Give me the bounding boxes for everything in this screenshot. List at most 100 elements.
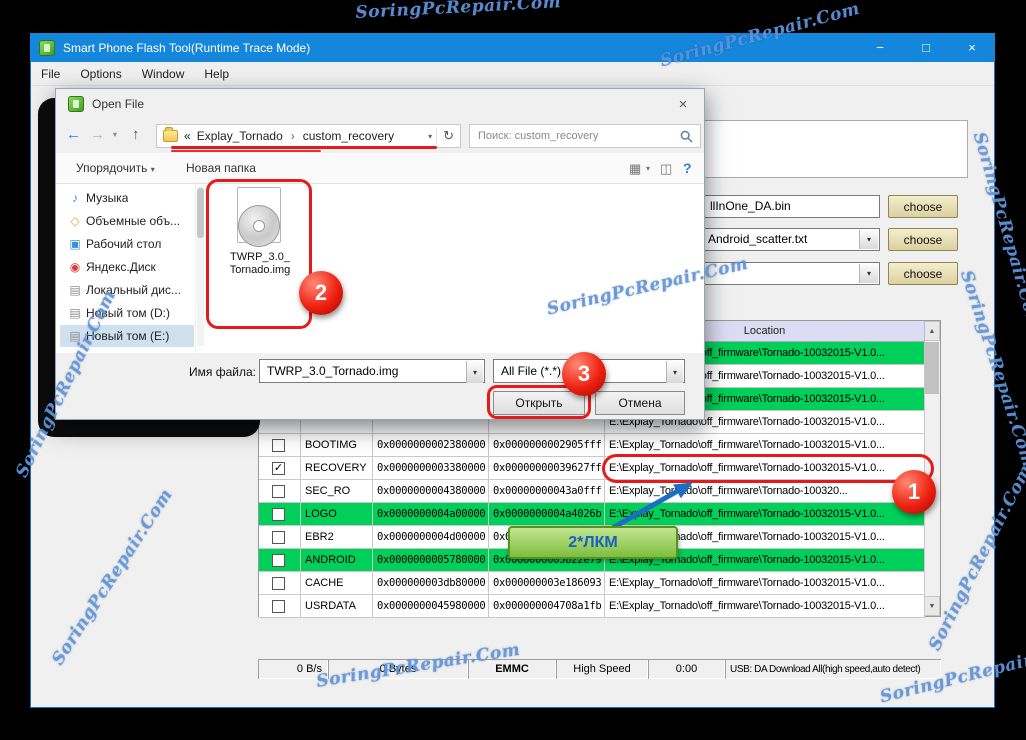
objects3d-icon: ◇ bbox=[70, 214, 80, 228]
sidebar-item[interactable]: ◉ Яндекс.Диск bbox=[60, 256, 194, 278]
file-item[interactable]: TWRP_3.0_Tornado.img bbox=[214, 187, 306, 299]
menu-help[interactable]: Help bbox=[194, 64, 239, 84]
minimize-button[interactable]: − bbox=[857, 33, 903, 62]
views-dropdown-icon[interactable]: ▾ bbox=[646, 164, 650, 173]
scroll-thumb[interactable] bbox=[197, 188, 204, 238]
open-button[interactable]: Открыть bbox=[493, 391, 585, 415]
row-checkbox[interactable] bbox=[272, 438, 285, 452]
views-icon[interactable]: ▦ bbox=[629, 161, 641, 177]
forward-button[interactable]: → bbox=[90, 126, 105, 143]
location-cell[interactable]: E:\Explay_Tornado\off_firmware\Tornado-1… bbox=[605, 457, 925, 480]
row-checkbox[interactable] bbox=[272, 530, 285, 544]
checkbox-cell bbox=[259, 595, 301, 618]
scatter-file-value: Android_scatter.txt bbox=[708, 232, 808, 246]
breadcrumb-folder[interactable]: custom_recovery bbox=[303, 129, 394, 143]
dialog-titlebar[interactable]: Open File × bbox=[56, 89, 704, 119]
filetype-select[interactable]: All File (*.*) ▾ bbox=[493, 359, 685, 383]
location-cell[interactable]: E:\Explay_Tornado\off_firmware\Tornado-1… bbox=[605, 480, 925, 503]
filename-dropdown-icon[interactable]: ▾ bbox=[466, 361, 483, 383]
filename-input[interactable]: TWRP_3.0_Tornado.img ▾ bbox=[259, 359, 485, 383]
sidebar-item-label: Рабочий стол bbox=[86, 237, 162, 251]
desktop-icon: ▣ bbox=[69, 237, 81, 251]
status-segment: High Speed bbox=[556, 659, 648, 679]
maximize-button[interactable]: □ bbox=[903, 33, 949, 62]
search-input[interactable]: Поиск: custom_recovery bbox=[469, 124, 701, 148]
cancel-button[interactable]: Отмена bbox=[595, 391, 685, 415]
start-address-cell: 0x0000000003380000 bbox=[373, 457, 489, 480]
history-dropdown-icon[interactable]: ▾ bbox=[113, 130, 117, 139]
breadcrumb-separator: › bbox=[290, 129, 295, 143]
choose-da-button[interactable]: choose bbox=[888, 195, 958, 218]
filetype-value: All File (*.*) bbox=[501, 364, 562, 378]
back-button[interactable]: ← bbox=[66, 126, 81, 143]
row-checkbox[interactable] bbox=[272, 507, 285, 521]
table-row: CACHE 0x000000003db80000 0x000000003e18609… bbox=[259, 572, 925, 595]
new-folder-button[interactable]: Новая папка bbox=[186, 161, 256, 175]
menu-file[interactable]: File bbox=[31, 64, 70, 84]
new-folder-label: Новая папка bbox=[186, 161, 256, 175]
sidebar-item[interactable]: ▤ Новый том (E:) bbox=[60, 325, 194, 347]
partition-name-cell: ANDROID bbox=[301, 549, 373, 572]
app-icon bbox=[39, 39, 55, 56]
help-icon[interactable]: ? bbox=[683, 160, 692, 176]
chevron-down-icon[interactable]: ▾ bbox=[859, 230, 878, 249]
window-controls: − □ × bbox=[857, 33, 995, 62]
close-button[interactable]: × bbox=[949, 33, 995, 62]
dialog-title: Open File bbox=[92, 97, 145, 111]
row-checkbox[interactable]: ✓ bbox=[272, 461, 285, 475]
partition-name-cell: BOOTIMG bbox=[301, 434, 373, 457]
choose-auth-button[interactable]: choose bbox=[888, 262, 958, 285]
status-segment: 0:00 bbox=[648, 659, 725, 679]
menu-bar: File Options Window Help bbox=[31, 62, 994, 86]
up-button[interactable]: ↑ bbox=[132, 126, 140, 143]
volume-icon: ▤ bbox=[69, 306, 81, 320]
end-address-cell: 0x0000000004a4026b bbox=[489, 503, 605, 526]
scroll-thumb[interactable] bbox=[925, 342, 939, 394]
sidebar-item[interactable]: ◇ Объемные объ... bbox=[60, 210, 194, 232]
scroll-up-icon[interactable]: ▲ bbox=[924, 321, 940, 341]
chevron-down-icon[interactable]: ▾ bbox=[859, 264, 878, 283]
choose-scatter-button[interactable]: choose bbox=[888, 228, 958, 251]
location-cell[interactable]: E:\Explay_Tornado\off_firmware\Tornado-1… bbox=[605, 572, 925, 595]
sidebar-item[interactable]: ▣ Рабочий стол bbox=[60, 233, 194, 255]
checkbox-cell bbox=[259, 549, 301, 572]
filetype-dropdown-icon[interactable]: ▾ bbox=[666, 361, 683, 383]
row-checkbox[interactable] bbox=[272, 553, 285, 567]
scroll-down-icon[interactable]: ▼ bbox=[924, 596, 940, 616]
search-icon bbox=[680, 130, 693, 143]
status-segment: 0 Bytes bbox=[328, 659, 468, 679]
organize-button[interactable]: Упорядочить ▾ bbox=[76, 161, 155, 175]
dialog-close-button[interactable]: × bbox=[662, 89, 704, 119]
location-cell[interactable]: E:\Explay_Tornado\off_firmware\Tornado-1… bbox=[605, 434, 925, 457]
yandex-disk-icon: ◉ bbox=[69, 260, 81, 274]
sidebar-item[interactable]: ▤ Локальный дис... bbox=[60, 279, 194, 301]
location-cell[interactable]: E:\Explay_Tornado\off_firmware\Tornado-1… bbox=[605, 503, 925, 526]
sidebar-scrollbar[interactable] bbox=[197, 186, 204, 346]
row-checkbox[interactable] bbox=[272, 599, 285, 613]
address-dropdown-icon[interactable]: ▾ bbox=[424, 132, 436, 141]
sidebar-item[interactable]: ▤ Новый том (D:) bbox=[60, 302, 194, 324]
end-address-cell: 0x00000000043a0fff bbox=[489, 480, 605, 503]
menu-options[interactable]: Options bbox=[70, 64, 131, 84]
row-checkbox[interactable] bbox=[272, 484, 285, 498]
refresh-icon[interactable]: ↻ bbox=[436, 128, 460, 144]
dialog-icon bbox=[68, 96, 84, 112]
breadcrumb-folder[interactable]: Explay_Tornado bbox=[197, 129, 283, 143]
partition-name-cell: CACHE bbox=[301, 572, 373, 595]
checkbox-cell bbox=[259, 480, 301, 503]
start-address-cell: 0x0000000004380000 bbox=[373, 480, 489, 503]
table-scrollbar[interactable]: ▲ ▼ bbox=[923, 321, 940, 616]
dialog-sidebar: ♪ Музыка ◇ Объемные объ... ▣ Рабочий стол ◉ Янд… bbox=[56, 184, 196, 353]
annotation-breadcrumb-underline bbox=[171, 150, 321, 152]
dialog-toolbar: Упорядочить ▾ Новая папка ▦ ▾ ◫ ? bbox=[56, 153, 704, 184]
end-address-cell: 0x00000000039627ff bbox=[489, 457, 605, 480]
location-cell[interactable]: E:\Explay_Tornado\off_firmware\Tornado-1… bbox=[605, 595, 925, 618]
address-bar[interactable]: « Explay_Tornado › custom_recovery ▾ ↻ bbox=[156, 124, 461, 148]
app-titlebar[interactable]: Smart Phone Flash Tool(Runtime Trace Mod… bbox=[30, 33, 995, 62]
sidebar-item-label: Новый том (E:) bbox=[86, 329, 170, 343]
preview-pane-icon[interactable]: ◫ bbox=[660, 161, 672, 177]
row-checkbox[interactable] bbox=[272, 576, 285, 590]
menu-window[interactable]: Window bbox=[132, 64, 195, 84]
sidebar-item[interactable]: ♪ Музыка bbox=[60, 187, 194, 209]
start-address-cell: 0x0000000045980000 bbox=[373, 595, 489, 618]
